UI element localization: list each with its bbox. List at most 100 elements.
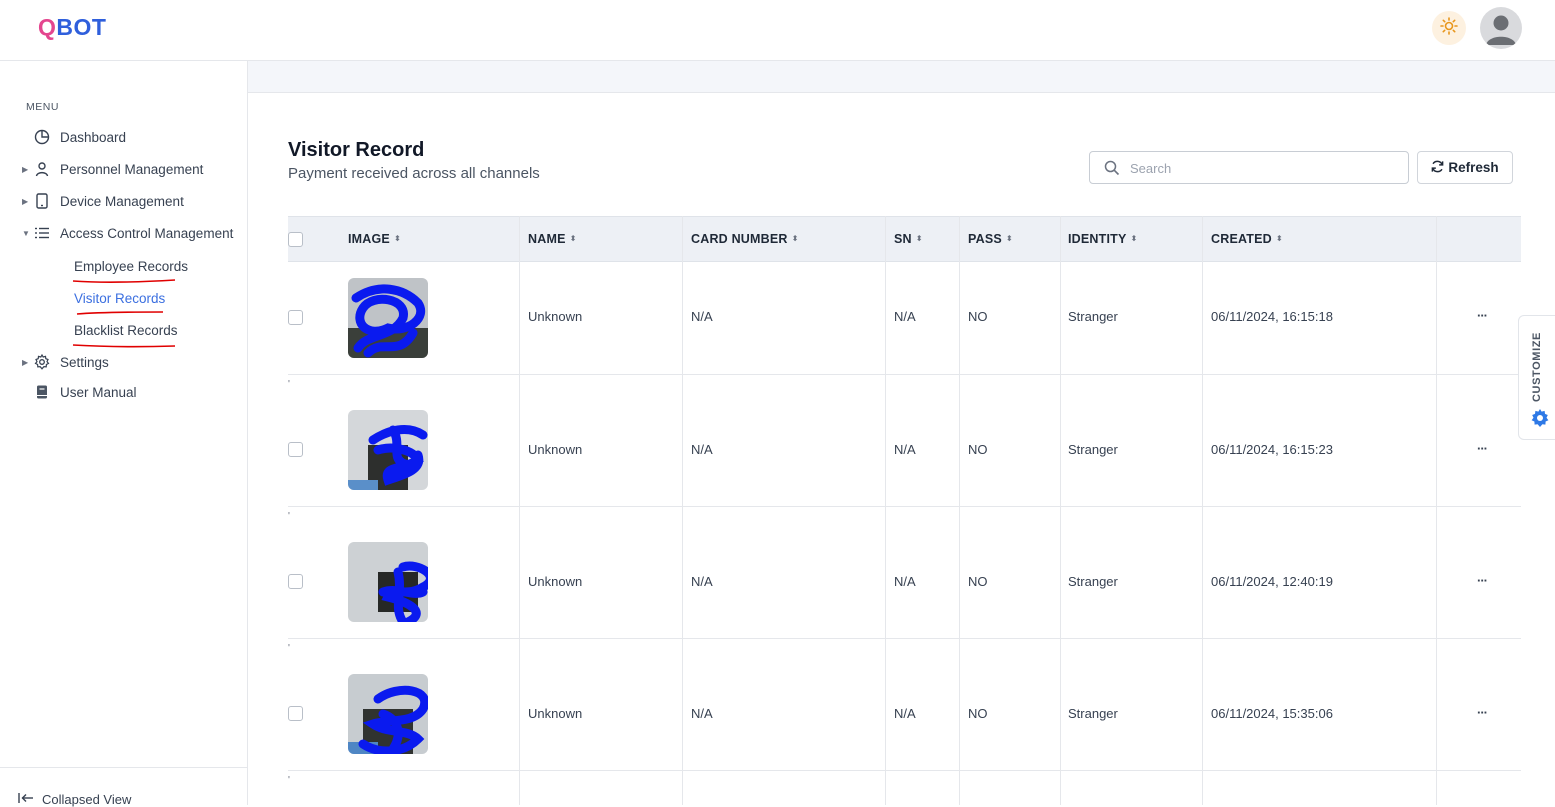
cell-name: Unknown [528, 309, 583, 324]
refresh-button[interactable]: Refresh [1417, 151, 1513, 184]
sort-icon: ⬍ [1005, 234, 1013, 243]
sidebar-subitem-blacklist-records[interactable]: Blacklist Records [74, 323, 178, 338]
person-icon [33, 160, 51, 178]
column-header-pass[interactable]: PASS ⬍ [968, 217, 1013, 261]
search-icon [1104, 160, 1120, 181]
cell-identity: Stranger [1068, 442, 1118, 457]
cell-pass: NO [968, 574, 988, 589]
table-row[interactable]: Unknown N/A N/A NO Stranger 06/11/2024, … [288, 658, 1521, 771]
sidebar-footer: Collapsed View [0, 767, 247, 807]
row-actions-button[interactable]: ··· [1477, 308, 1488, 323]
table-row[interactable]: Unknown N/A N/A NO Stranger 06/11/2024, … [288, 394, 1521, 507]
select-all-cell [288, 217, 303, 261]
cell-identity: Stranger [1068, 309, 1118, 324]
caret-right-icon: ▶ [22, 357, 29, 367]
row-actions-button[interactable]: ··· [1477, 441, 1488, 456]
tablet-icon [33, 192, 51, 210]
customize-label: CUSTOMIZE [1531, 332, 1543, 402]
search-box [1089, 151, 1409, 184]
gear-icon [1530, 408, 1550, 433]
cell-card-number: N/A [691, 706, 713, 721]
refresh-label: Refresh [1448, 160, 1499, 175]
sort-icon: ⬍ [915, 234, 923, 243]
row-checkbox[interactable] [288, 574, 303, 589]
caret-down-icon: ▼ [22, 228, 30, 238]
cell-pass: NO [968, 442, 988, 457]
visitor-photo[interactable] [348, 410, 428, 490]
sort-icon: ⬍ [791, 234, 799, 243]
visitor-photo[interactable] [348, 278, 428, 358]
sidebar-item-label: Access Control Management [60, 225, 234, 241]
search-input[interactable] [1130, 158, 1390, 178]
row-checkbox[interactable] [288, 442, 303, 457]
column-header-identity[interactable]: IDENTITY ⬍ [1068, 217, 1137, 261]
cell-sn: N/A [894, 309, 916, 324]
sidebar-item-user-manual[interactable]: User Manual [0, 378, 247, 406]
user-avatar-icon [1480, 15, 1522, 49]
sidebar: MENU Dashboard ▶ Personnel Management ▶ … [0, 61, 248, 807]
column-header-name[interactable]: NAME ⬍ [528, 217, 577, 261]
sidebar-item-label: Personnel Management [60, 161, 204, 177]
column-header-card-number[interactable]: CARD NUMBER ⬍ [691, 217, 799, 261]
visitor-photo[interactable] [348, 674, 428, 754]
sun-icon [1440, 16, 1458, 40]
sidebar-item-access-control-management[interactable]: ▼ Access Control Management [0, 219, 247, 247]
caret-right-icon: ▶ [22, 196, 29, 206]
cell-card-number: N/A [691, 309, 713, 324]
visitor-photo[interactable] [348, 542, 428, 622]
column-header-sn[interactable]: SN ⬍ [894, 217, 923, 261]
row-actions-button[interactable]: ··· [1477, 705, 1488, 720]
sidebar-item-label: Device Management [60, 193, 184, 209]
sidebar-subitem-employee-records[interactable]: Employee Records [74, 259, 188, 274]
column-header-created[interactable]: CREATED ⬍ [1211, 217, 1283, 261]
column-header-image[interactable]: IMAGE ⬍ [348, 217, 401, 261]
red-underline-annotation [72, 279, 176, 283]
top-header: QBOT [0, 0, 1555, 61]
book-icon [33, 383, 51, 401]
theme-toggle-button[interactable] [1432, 11, 1466, 45]
customize-panel-tab[interactable]: CUSTOMIZE [1518, 315, 1555, 440]
table-row[interactable]: Unknown N/A N/A NO Stranger 06/11/2024, … [288, 526, 1521, 639]
table-header: IMAGE ⬍ NAME ⬍ CARD NUMBER ⬍ SN ⬍ PASS ⬍ IDEN… [288, 216, 1521, 262]
sort-icon: ⬍ [569, 234, 577, 243]
sidebar-item-personnel-management[interactable]: ▶ Personnel Management [0, 155, 247, 183]
select-all-checkbox[interactable] [288, 231, 303, 247]
sidebar-item-device-management[interactable]: ▶ Device Management [0, 187, 247, 215]
row-actions-button[interactable]: ··· [1477, 573, 1488, 588]
sidebar-item-settings[interactable]: ▶ Settings [0, 348, 247, 376]
sidebar-item-label: Settings [60, 354, 109, 370]
sidebar-item-dashboard[interactable]: Dashboard [0, 123, 247, 151]
pie-chart-icon [33, 128, 51, 146]
cell-card-number: N/A [691, 574, 713, 589]
caret-right-icon: ▶ [22, 164, 29, 174]
cell-pass: NO [968, 309, 988, 324]
cell-identity: Stranger [1068, 706, 1118, 721]
refresh-icon [1431, 160, 1444, 176]
sidebar-item-label: User Manual [60, 384, 137, 400]
sort-icon: ⬍ [393, 234, 401, 243]
cell-identity: Stranger [1068, 574, 1118, 589]
cell-created: 06/11/2024, 16:15:23 [1211, 442, 1333, 457]
cell-name: Unknown [528, 706, 583, 721]
qbot-logo[interactable]: QBOT [38, 14, 106, 41]
table-row[interactable]: Unknown N/A N/A NO Stranger 06/11/2024, … [288, 262, 1521, 375]
cell-created: 06/11/2024, 12:40:19 [1211, 574, 1333, 589]
cell-name: Unknown [528, 442, 583, 457]
cell-created: 06/11/2024, 15:35:06 [1211, 706, 1333, 721]
sort-icon: ⬍ [1130, 234, 1138, 243]
cell-sn: N/A [894, 574, 916, 589]
list-icon [33, 224, 51, 242]
row-checkbox[interactable] [288, 310, 303, 325]
menu-label: MENU [26, 101, 59, 113]
sidebar-subitem-visitor-records[interactable]: Visitor Records [74, 291, 165, 306]
content-top-strip [248, 61, 1555, 93]
user-avatar-button[interactable] [1480, 7, 1522, 49]
row-checkbox[interactable] [288, 706, 303, 721]
cell-pass: NO [968, 706, 988, 721]
gear-icon [33, 353, 51, 371]
sort-icon: ⬍ [1275, 234, 1283, 243]
cell-sn: N/A [894, 706, 916, 721]
cell-created: 06/11/2024, 16:15:18 [1211, 309, 1333, 324]
cell-sn: N/A [894, 442, 916, 457]
cell-name: Unknown [528, 574, 583, 589]
